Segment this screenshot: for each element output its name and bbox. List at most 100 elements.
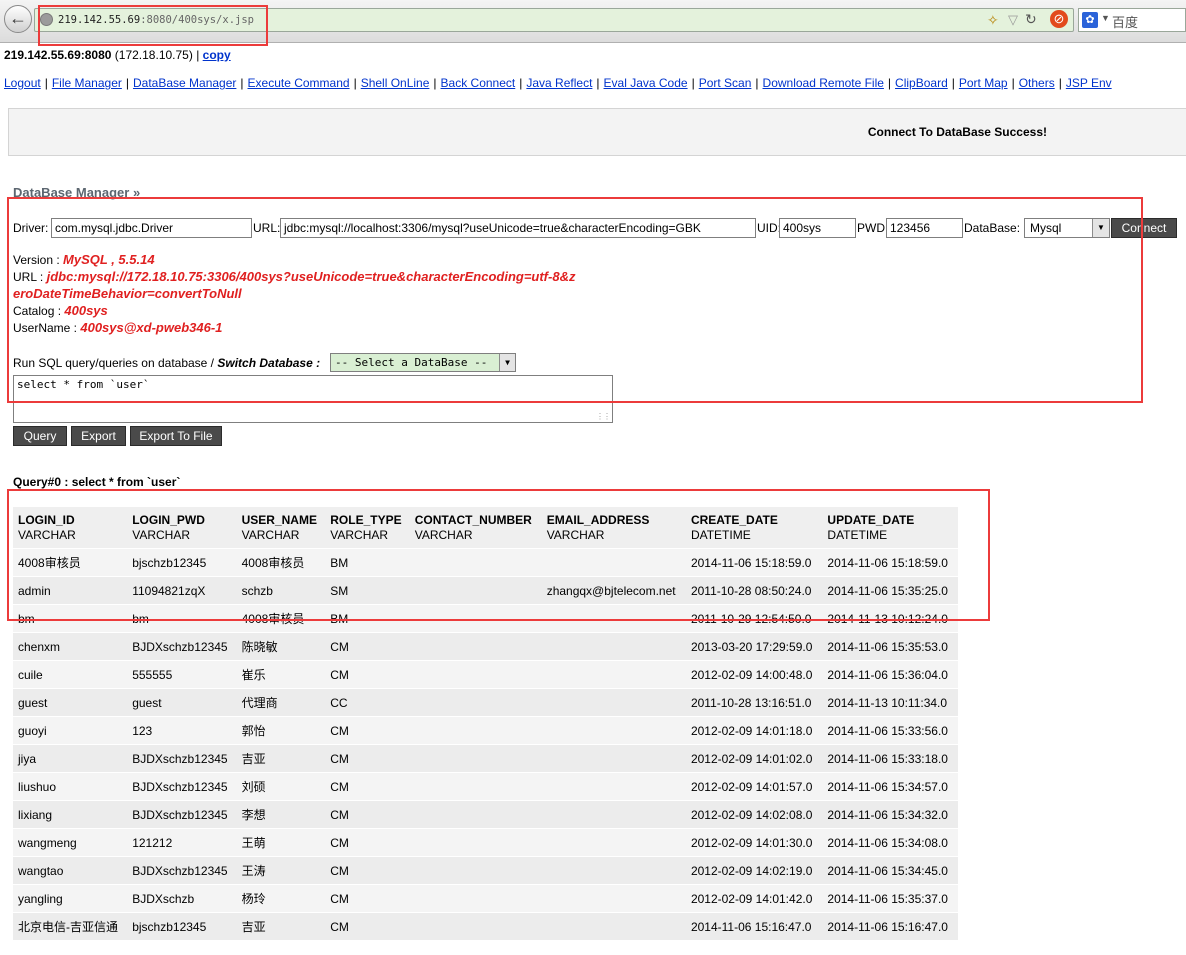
url-label: URL:: [253, 221, 281, 235]
nav-link[interactable]: Port Map: [959, 76, 1008, 90]
chevron-down-icon[interactable]: ▼: [1101, 13, 1110, 23]
table-cell: [409, 912, 542, 941]
site-identity-icon[interactable]: [40, 13, 53, 26]
table-cell: bm: [13, 604, 128, 633]
table-cell: guest: [13, 688, 128, 717]
table-row: jiya BJDXschzb12345 吉亚 CM 2012-02-09 14:01:0…: [13, 744, 958, 773]
baidu-paw-icon[interactable]: ✿: [1082, 12, 1098, 28]
table-cell: 2013-03-20 17:29:59.0: [685, 632, 823, 661]
nav-link[interactable]: Download Remote File: [763, 76, 884, 90]
table-cell: [409, 772, 542, 801]
nav-separator: |: [44, 76, 48, 90]
nav-link[interactable]: Back Connect: [441, 76, 516, 90]
table-row: cuile 555555 崔乐 CM 2012-02-09 14:00:48.0 2014…: [13, 660, 958, 689]
nav-link[interactable]: Shell OnLine: [361, 76, 430, 90]
nav-link[interactable]: Java Reflect: [526, 76, 592, 90]
column-header: LOGIN_ID VARCHAR: [13, 507, 128, 549]
table-row: guoyi 123 郭怡 CM 2012-02-09 14:01:18.0 2014-11…: [13, 716, 958, 745]
table-cell: 2014-11-06 15:33:56.0: [822, 716, 958, 745]
table-cell: 4008审核员: [236, 604, 326, 633]
pwd-input[interactable]: 123456: [886, 218, 963, 238]
browser-toolbar: ← 219.142.55.69:8080/400sys/x.jsp ✧ ▽ ↻ …: [0, 0, 1186, 43]
table-cell: 2014-11-06 15:35:37.0: [822, 884, 958, 913]
column-type: VARCHAR: [330, 528, 389, 542]
uid-input[interactable]: 400sys: [779, 218, 856, 238]
table-cell: [409, 688, 542, 717]
table-cell: [409, 856, 542, 885]
nav-separator: |: [1058, 76, 1062, 90]
table-cell: 2014-11-06 15:35:25.0: [822, 576, 958, 605]
switch-database-label: Switch Database :: [217, 356, 321, 370]
switch-database-value: -- Select a DataBase --: [335, 356, 488, 369]
nav-link[interactable]: Logout: [4, 76, 41, 90]
table-cell: CM: [325, 884, 410, 913]
table-cell: 2012-02-09 14:00:48.0: [685, 660, 823, 689]
database-select[interactable]: Mysql ▼: [1024, 218, 1110, 238]
table-cell: 2014-11-06 15:34:32.0: [822, 800, 958, 829]
nav-separator: |: [951, 76, 955, 90]
reload-icon[interactable]: ↻: [1025, 11, 1037, 28]
nav-link[interactable]: Eval Java Code: [604, 76, 688, 90]
table-cell: [541, 800, 686, 829]
sql-query-textarea[interactable]: select * from `user` ⋮⋮: [13, 375, 613, 423]
sql-label: Run SQL query/queries on database / Swit…: [13, 356, 320, 370]
connect-button[interactable]: Connect: [1111, 218, 1177, 238]
nav-link[interactable]: Port Scan: [699, 76, 752, 90]
query-button[interactable]: Query: [13, 426, 67, 446]
status-message: Connect To DataBase Success!: [867, 125, 1047, 139]
adblock-icon[interactable]: ⊘: [1050, 10, 1068, 28]
catalog-label: Catalog :: [13, 304, 62, 318]
nav-link[interactable]: ClipBoard: [895, 76, 948, 90]
column-type: VARCHAR: [414, 528, 473, 542]
export-button[interactable]: Export: [71, 426, 126, 446]
table-cell: [409, 828, 542, 857]
table-cell: CM: [325, 772, 410, 801]
table-cell: [541, 884, 686, 913]
nav-separator: |: [691, 76, 695, 90]
export-to-file-button[interactable]: Export To File: [130, 426, 222, 446]
url-info-label: URL :: [13, 270, 44, 284]
copy-link[interactable]: copy: [203, 48, 231, 62]
table-cell: BM: [325, 548, 410, 577]
table-cell: 崔乐: [236, 660, 326, 689]
table-cell: BJDXschzb12345: [127, 856, 237, 885]
resize-grip-icon[interactable]: ⋮⋮: [596, 412, 611, 421]
table-cell: 2012-02-09 14:01:30.0: [685, 828, 823, 857]
table-cell: 吉亚: [236, 744, 326, 773]
back-arrow-icon[interactable]: ←: [4, 5, 32, 33]
table-cell: 2014-11-06 15:35:53.0: [822, 632, 958, 661]
table-cell: CM: [325, 716, 410, 745]
column-name: EMAIL_ADDRESS: [546, 513, 650, 527]
url-input[interactable]: jdbc:mysql://localhost:3306/mysql?useUni…: [280, 218, 756, 238]
extension-icon[interactable]: ✧: [987, 12, 999, 29]
nav-link[interactable]: Others: [1019, 76, 1055, 90]
nav-link[interactable]: DataBase Manager: [133, 76, 236, 90]
table-cell: BJDXschzb12345: [127, 772, 237, 801]
search-engine-label: 百度: [1112, 15, 1139, 30]
nav-link[interactable]: JSP Env: [1066, 76, 1112, 90]
nav-link[interactable]: File Manager: [52, 76, 122, 90]
column-name: ROLE_TYPE: [330, 513, 402, 527]
table-row: liushuo BJDXschzb12345 刘硕 CM 2012-02-09 14:0…: [13, 772, 958, 801]
nav-link[interactable]: Execute Command: [248, 76, 350, 90]
table-cell: BJDXschzb12345: [127, 744, 237, 773]
table-cell: CM: [325, 912, 410, 941]
table-cell: yangling: [13, 884, 128, 913]
table-cell: [409, 716, 542, 745]
driver-input[interactable]: com.mysql.jdbc.Driver: [51, 218, 252, 238]
url-info-value: jdbc:mysql://172.18.10.75:3306/400sys?us…: [46, 269, 576, 284]
switch-database-select[interactable]: -- Select a DataBase -- ▼: [330, 353, 516, 372]
search-box[interactable]: ✿ ▼ 百度: [1078, 8, 1186, 32]
table-cell: schzb: [236, 576, 326, 605]
column-name: UPDATE_DATE: [827, 513, 915, 527]
table-cell: 2014-11-13 10:11:34.0: [822, 688, 958, 717]
bookmark-dropdown-icon[interactable]: ▽: [1008, 12, 1018, 28]
address-bar[interactable]: 219.142.55.69:8080/400sys/x.jsp ✧ ▽ ↻: [34, 8, 1074, 32]
table-cell: cuile: [13, 660, 128, 689]
table-cell: CM: [325, 660, 410, 689]
table-cell: liushuo: [13, 772, 128, 801]
table-cell: BJDXschzb: [127, 884, 237, 913]
table-row: chenxm BJDXschzb12345 陈晓敏 CM 2013-03-20 17:2…: [13, 632, 958, 661]
uid-label: UID:: [757, 221, 781, 235]
column-name: CONTACT_NUMBER: [414, 513, 532, 527]
